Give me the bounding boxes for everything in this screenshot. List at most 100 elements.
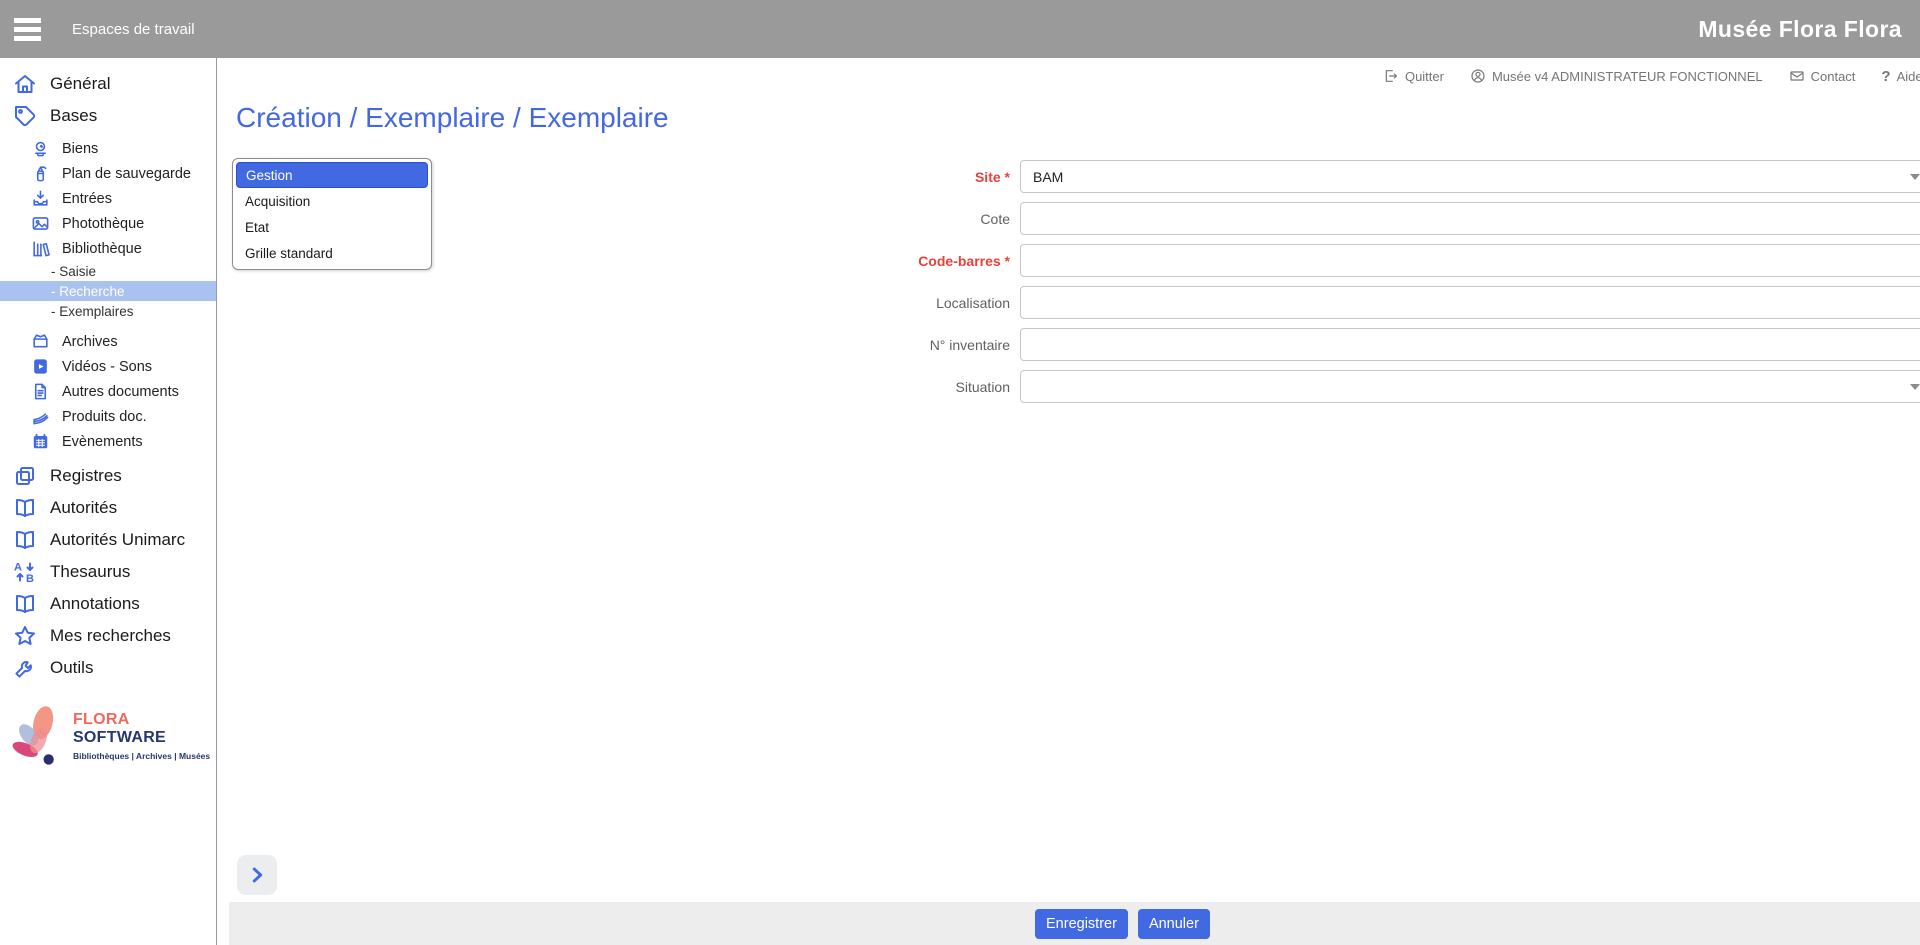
inbox-arrow-icon bbox=[31, 189, 50, 208]
user-icon bbox=[1470, 68, 1486, 84]
sidebar-item-label: Général bbox=[50, 74, 110, 94]
sidebar-item-label: - Saisie bbox=[51, 264, 96, 279]
sidebar-item-label: Bibliothèque bbox=[62, 241, 142, 257]
sidebar-item-label: Evènements bbox=[62, 434, 143, 450]
session-toolbar: Quitter Musée v4 ADMINISTRATEUR FONCTION… bbox=[217, 58, 1920, 94]
sidebar-item-archives[interactable]: Archives bbox=[0, 329, 216, 354]
sidebar-item-label: Produits doc. bbox=[62, 409, 147, 425]
question-icon: ? bbox=[1881, 68, 1890, 85]
chevron-right-icon bbox=[246, 864, 268, 886]
wrench-icon bbox=[13, 656, 37, 680]
sidebar-item-label: Annotations bbox=[50, 594, 140, 614]
action-footer: Enregistrer Annuler bbox=[229, 902, 1920, 945]
site-select[interactable]: BAM bbox=[1020, 160, 1920, 193]
sidebar-item-recherche[interactable]: - Recherche bbox=[0, 281, 216, 301]
sidebar-item-label: Archives bbox=[62, 334, 118, 350]
sidebar-nav: Général Bases Biens Plan de sauvegarde bbox=[0, 58, 217, 945]
sidebar-item-evenements[interactable]: Evènements bbox=[0, 429, 216, 454]
save-button[interactable]: Enregistrer bbox=[1035, 909, 1128, 939]
expand-panel-button[interactable] bbox=[237, 855, 277, 895]
contact-link[interactable]: Contact bbox=[1789, 68, 1856, 84]
sidebar-item-label: Mes recherches bbox=[50, 626, 171, 646]
sidebar-item-biens[interactable]: Biens bbox=[0, 136, 216, 161]
hamburger-menu-icon[interactable] bbox=[14, 14, 48, 45]
sidebar-item-thesaurus[interactable]: AB Thesaurus bbox=[0, 556, 216, 588]
sidebar-item-label: Autres documents bbox=[62, 384, 179, 400]
logo-tagline: Bibliothèques | Archives | Musées bbox=[73, 751, 216, 761]
chevron-down-icon bbox=[1910, 384, 1920, 390]
sidebar-item-bibliotheque[interactable]: Bibliothèque bbox=[0, 236, 216, 261]
sidebar-item-outils[interactable]: Outils bbox=[0, 652, 216, 684]
situation-label: Situation bbox=[432, 379, 1020, 395]
form-row-cote: Cote bbox=[432, 202, 1920, 235]
cote-label: Cote bbox=[432, 211, 1020, 227]
user-label: Musée v4 ADMINISTRATEUR FONCTIONNEL bbox=[1492, 69, 1763, 84]
cancel-button[interactable]: Annuler bbox=[1138, 909, 1210, 939]
inventaire-label: N° inventaire bbox=[432, 337, 1020, 353]
code-barres-input[interactable] bbox=[1020, 244, 1920, 277]
sidebar-item-plan-sauvegarde[interactable]: Plan de sauvegarde bbox=[0, 161, 216, 186]
logout-icon bbox=[1383, 68, 1399, 84]
sidebar-item-label: Registres bbox=[50, 466, 122, 486]
site-value: BAM bbox=[1033, 169, 1063, 185]
open-book-icon bbox=[13, 496, 37, 520]
exemplaire-form: Site * BAM Cote bbox=[432, 158, 1920, 412]
sidebar-item-produits-doc[interactable]: Produits doc. bbox=[0, 404, 216, 429]
sidebar-item-general[interactable]: Général bbox=[0, 68, 216, 100]
situation-select[interactable] bbox=[1020, 370, 1920, 403]
mail-icon bbox=[1789, 68, 1805, 84]
cote-input[interactable] bbox=[1020, 202, 1920, 235]
sidebar-item-exemplaires[interactable]: - Exemplaires bbox=[0, 301, 216, 321]
video-file-icon bbox=[31, 357, 50, 376]
form-row-code-barres: Code-barres * bbox=[432, 244, 1920, 277]
quit-link[interactable]: Quitter bbox=[1383, 68, 1444, 84]
form-row-inventaire: N° inventaire bbox=[432, 328, 1920, 361]
sidebar-item-label: Photothèque bbox=[62, 216, 144, 232]
app-brand-title: Musée Flora Flora bbox=[1698, 16, 1902, 43]
sidebar-item-label: Autorités bbox=[50, 498, 117, 518]
sidebar-item-autres-documents[interactable]: Autres documents bbox=[0, 379, 216, 404]
archive-box-icon bbox=[31, 332, 50, 351]
sidebar-item-autorites[interactable]: Autorités bbox=[0, 492, 216, 524]
user-account-link[interactable]: Musée v4 ADMINISTRATEUR FONCTIONNEL bbox=[1470, 68, 1763, 84]
open-book-icon bbox=[13, 592, 37, 616]
tab-grille-standard[interactable]: Grille standard bbox=[236, 240, 428, 266]
sidebar-item-label: Plan de sauvegarde bbox=[62, 166, 191, 182]
help-link[interactable]: ? Aide bbox=[1881, 68, 1920, 85]
site-label: Site * bbox=[432, 169, 1020, 185]
localisation-input[interactable] bbox=[1020, 286, 1920, 319]
papers-icon bbox=[31, 407, 50, 426]
code-barres-label: Code-barres * bbox=[432, 253, 1020, 269]
localisation-label: Localisation bbox=[432, 295, 1020, 311]
sidebar-item-annotations[interactable]: Annotations bbox=[0, 588, 216, 620]
home-icon bbox=[13, 72, 37, 96]
star-icon bbox=[13, 624, 37, 648]
books-icon bbox=[31, 239, 50, 258]
sidebar-item-videos-sons[interactable]: Vidéos - Sons bbox=[0, 354, 216, 379]
workspaces-menu[interactable]: Espaces de travail bbox=[72, 21, 195, 38]
sidebar-item-label: - Exemplaires bbox=[51, 304, 134, 319]
artifact-icon bbox=[31, 139, 50, 158]
app-header: Espaces de travail Musée Flora Flora bbox=[0, 0, 1920, 58]
sidebar-item-label: Entrées bbox=[62, 191, 112, 207]
open-book-icon bbox=[13, 528, 37, 552]
sidebar-item-saisie[interactable]: - Saisie bbox=[0, 261, 216, 281]
sidebar-item-registres[interactable]: Registres bbox=[0, 460, 216, 492]
form-row-localisation: Localisation Ab bbox=[432, 286, 1920, 319]
fire-extinguisher-icon bbox=[31, 164, 50, 183]
sidebar-item-label: Autorités Unimarc bbox=[50, 530, 185, 550]
image-icon bbox=[31, 214, 50, 233]
tab-acquisition[interactable]: Acquisition bbox=[236, 188, 428, 214]
sidebar-item-mes-recherches[interactable]: Mes recherches bbox=[0, 620, 216, 652]
inventaire-input[interactable] bbox=[1020, 328, 1920, 361]
form-section-tabs: Gestion Acquisition Etat Grille standard bbox=[232, 158, 432, 270]
sidebar-item-label: - Recherche bbox=[51, 284, 125, 299]
tab-etat[interactable]: Etat bbox=[236, 214, 428, 240]
tab-gestion[interactable]: Gestion bbox=[236, 162, 428, 188]
sidebar-item-autorites-unimarc[interactable]: Autorités Unimarc bbox=[0, 524, 216, 556]
main-content: Quitter Musée v4 ADMINISTRATEUR FONCTION… bbox=[217, 58, 1920, 945]
help-label: Aide bbox=[1897, 69, 1920, 84]
sidebar-item-phototheque[interactable]: Photothèque bbox=[0, 211, 216, 236]
sidebar-item-entrees[interactable]: Entrées bbox=[0, 186, 216, 211]
sidebar-item-bases[interactable]: Bases bbox=[0, 100, 216, 132]
